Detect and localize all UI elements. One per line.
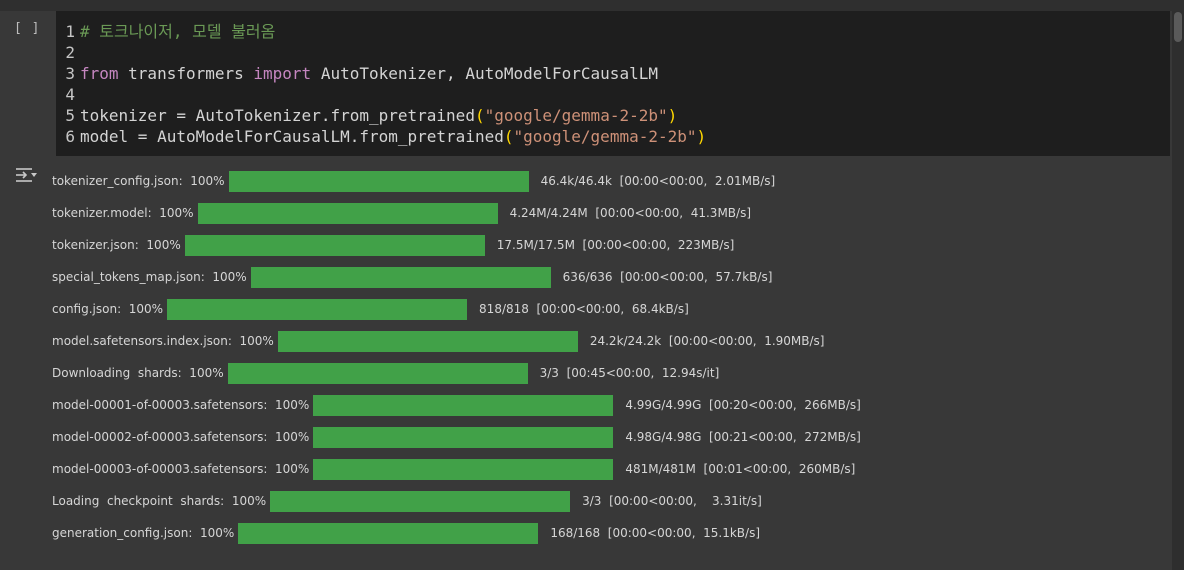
progress-bar-fill [270, 490, 571, 512]
progress-bar [313, 394, 614, 416]
code-line[interactable]: 2 [56, 42, 80, 63]
progress-bar-fill [227, 362, 528, 384]
progress-label: generation_config.json: 100% [52, 526, 235, 540]
progress-row: model-00001-of-00003.safetensors: 100% 4.… [52, 394, 861, 416]
code-token: "google/gemma-2-2b" [484, 106, 668, 125]
code-token: "google/gemma-2-2b" [513, 127, 697, 146]
progress-label: tokenizer_config.json: 100% [52, 174, 225, 188]
progress-bar-fill [313, 458, 614, 480]
progress-row: model-00002-of-00003.safetensors: 100% 4.… [52, 426, 861, 448]
progress-label: tokenizer.model: 100% [52, 206, 194, 220]
code-line[interactable]: 4 [56, 84, 80, 105]
progress-stats: 3/3 [00:00<00:00, 3.31it/s] [582, 494, 762, 508]
progress-stats: 17.5M/17.5M [00:00<00:00, 223MB/s] [496, 238, 735, 252]
scrollbar-thumb[interactable] [1174, 12, 1182, 42]
progress-bar [197, 202, 498, 224]
code-line[interactable]: 6 model = AutoModelForCausalLM.from_pretr… [56, 126, 706, 147]
code-editor[interactable]: 1 # 토크나이저, 모델 불러옴 2 3 from transformers impo… [56, 11, 1170, 156]
line-number: 3 [65, 64, 75, 83]
progress-row: model-00003-of-00003.safetensors: 100% 48… [52, 458, 855, 480]
progress-label: model-00003-of-00003.safetensors: 100% [52, 462, 310, 476]
code-token: model = AutoModelForCausalLM.from_pretra… [80, 127, 504, 146]
progress-stats: 4.24M/4.24M [00:00<00:00, 41.3MB/s] [509, 206, 752, 220]
code-line[interactable]: 3 from transformers import AutoTokenizer,… [56, 63, 658, 84]
code-token: transformers [118, 64, 254, 83]
line-number: 2 [65, 43, 75, 62]
progress-stats: 481M/481M [00:01<00:00, 260MB/s] [625, 462, 856, 476]
progress-row: config.json: 100% 818/818 [00:00<00:00, 6… [52, 298, 689, 320]
progress-bar [238, 522, 539, 544]
progress-bar-fill [197, 202, 498, 224]
code-token: ) [696, 127, 707, 146]
code-token: AutoTokenizer, AutoModelForCausalLM [311, 64, 658, 83]
line-number: 5 [65, 106, 75, 125]
notebook-cell: [ ] 1 # 토크나이저, 모델 불러옴 2 3 from transformers … [0, 0, 1184, 570]
progress-bar-fill [250, 266, 551, 288]
scrollbar[interactable] [1172, 11, 1184, 570]
line-number: 4 [65, 85, 75, 104]
progress-row: Loading checkpoint shards: 100% 3/3 [00:0… [52, 490, 762, 512]
progress-bar-fill [238, 522, 539, 544]
progress-stats: 4.99G/4.99G [00:20<00:00, 266MB/s] [625, 398, 861, 412]
progress-stats: 4.98G/4.98G [00:21<00:00, 272MB/s] [625, 430, 861, 444]
code-token: # 토크나이저, 모델 불러옴 [80, 22, 276, 41]
progress-bar [313, 426, 614, 448]
progress-row: Downloading shards: 100% 3/3 [00:45<00:00… [52, 362, 719, 384]
progress-bar-fill [184, 234, 485, 256]
progress-bar-fill [277, 330, 578, 352]
progress-stats: 46.4k/46.4k [00:00<00:00, 2.01MB/s] [540, 174, 776, 188]
progress-stats: 636/636 [00:00<00:00, 57.7kB/s] [562, 270, 773, 284]
progress-label: model-00002-of-00003.safetensors: 100% [52, 430, 310, 444]
code-token: tokenizer = AutoTokenizer.from_pretraine… [80, 106, 475, 125]
progress-bar [313, 458, 614, 480]
progress-bar-fill [228, 170, 529, 192]
progress-bar-fill [167, 298, 468, 320]
code-token: ( [474, 106, 485, 125]
progress-row: special_tokens_map.json: 100% 636/636 [00… [52, 266, 772, 288]
progress-bar [227, 362, 528, 384]
line-number: 6 [65, 127, 75, 146]
progress-label: model-00001-of-00003.safetensors: 100% [52, 398, 310, 412]
progress-bar-fill [313, 426, 614, 448]
progress-bar-fill [313, 394, 614, 416]
progress-label: special_tokens_map.json: 100% [52, 270, 247, 284]
progress-bar [250, 266, 551, 288]
cell-top-strip [0, 0, 1184, 11]
progress-stats: 168/168 [00:00<00:00, 15.1kB/s] [550, 526, 761, 540]
progress-label: model.safetensors.index.json: 100% [52, 334, 274, 348]
progress-bar [184, 234, 485, 256]
progress-row: generation_config.json: 100% 168/168 [00:… [52, 522, 760, 544]
progress-stats: 3/3 [00:45<00:00, 12.94s/it] [539, 366, 720, 380]
progress-label: Loading checkpoint shards: 100% [52, 494, 267, 508]
progress-row: tokenizer_config.json: 100% 46.4k/46.4k [… [52, 170, 775, 192]
progress-stats: 818/818 [00:00<00:00, 68.4kB/s] [479, 302, 689, 316]
output-toggle-icon[interactable] [14, 166, 38, 184]
code-line[interactable]: 1 # 토크나이저, 모델 불러옴 [56, 21, 275, 42]
progress-stats: 24.2k/24.2k [00:00<00:00, 1.90MB/s] [589, 334, 825, 348]
progress-bar [270, 490, 571, 512]
code-token: import [253, 64, 312, 83]
progress-row: tokenizer.model: 100% 4.24M/4.24M [00:00<… [52, 202, 751, 224]
code-token: ) [667, 106, 678, 125]
line-number: 1 [65, 22, 75, 41]
progress-bar [277, 330, 578, 352]
progress-label: tokenizer.json: 100% [52, 238, 181, 252]
progress-label: Downloading shards: 100% [52, 366, 224, 380]
run-cell-button[interactable]: [ ] [14, 21, 40, 36]
code-line[interactable]: 5 tokenizer = AutoTokenizer.from_pretrain… [56, 105, 677, 126]
progress-bar [228, 170, 529, 192]
progress-label: config.json: 100% [52, 302, 164, 316]
progress-bar [167, 298, 468, 320]
progress-row: model.safetensors.index.json: 100% 24.2k/… [52, 330, 824, 352]
progress-row: tokenizer.json: 100% 17.5M/17.5M [00:00<0… [52, 234, 734, 256]
code-token: from [80, 64, 119, 83]
